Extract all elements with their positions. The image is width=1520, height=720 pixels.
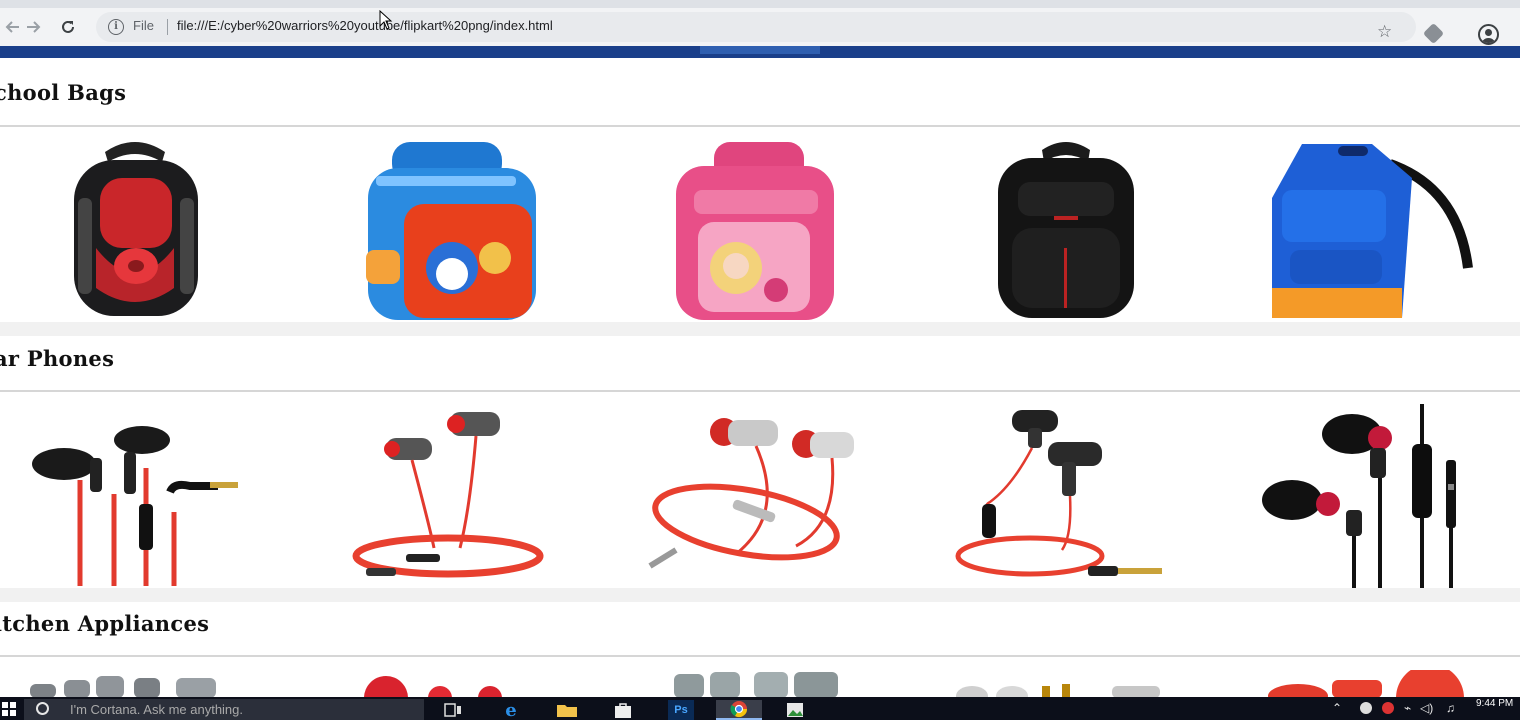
- volume-icon[interactable]: ◁): [1420, 701, 1433, 715]
- back-arrow-icon[interactable]: [2, 16, 24, 38]
- product-blue-cartoon-backpack[interactable]: [352, 140, 542, 322]
- section-title-ear-phones: ar Phones: [0, 346, 115, 371]
- windows-taskbar: I'm Cortana. Ask me anything. e Ps ⌃ ⌁ ◁…: [0, 697, 1520, 720]
- account-icon[interactable]: [1478, 24, 1499, 45]
- task-view-icon[interactable]: [440, 700, 466, 720]
- section-band: [0, 588, 1520, 602]
- tab-strip: [0, 0, 1520, 8]
- product-red-cable-earphones[interactable]: [350, 408, 546, 584]
- product-gray-spatulas[interactable]: [670, 670, 850, 697]
- cortana-search-placeholder: I'm Cortana. Ask me anything.: [70, 702, 244, 717]
- edge-browser-icon[interactable]: e: [498, 700, 524, 720]
- tray-antivirus-icon[interactable]: [1382, 702, 1394, 714]
- section-divider: [0, 390, 1520, 392]
- image-viewer-icon[interactable]: [782, 700, 808, 720]
- tray-app-icon[interactable]: [1360, 702, 1372, 714]
- product-pink-princess-backpack[interactable]: [664, 140, 844, 322]
- product-black-red-earphones[interactable]: [24, 412, 242, 586]
- system-clock[interactable]: 9:44 PM: [1476, 698, 1513, 709]
- bookmark-star-icon[interactable]: ☆: [1377, 22, 1392, 42]
- forward-arrow-icon[interactable]: [22, 16, 44, 38]
- tray-chevron-icon[interactable]: ⌃: [1332, 701, 1342, 715]
- product-black-red-earphones-with-mic[interactable]: [1262, 404, 1476, 588]
- url-scheme: File: [133, 18, 154, 33]
- address-bar[interactable]: i File file:///E:/cyber%20warriors%20you…: [96, 12, 1416, 42]
- section-title-school-bags: chool Bags: [0, 80, 127, 105]
- reload-icon[interactable]: [57, 16, 79, 38]
- chrome-icon[interactable]: [716, 700, 762, 720]
- product-silver-utensils[interactable]: [952, 680, 1168, 697]
- product-red-kitchen-set[interactable]: [1262, 670, 1476, 697]
- product-red-black-backpack[interactable]: [60, 138, 210, 320]
- file-explorer-icon[interactable]: [554, 700, 580, 720]
- section-band: [0, 322, 1520, 336]
- browser-toolbar: i File file:///E:/cyber%20warriors%20you…: [0, 8, 1520, 46]
- product-black-red-coiled-earphones[interactable]: [952, 406, 1168, 584]
- section-title-kitchen-appliances: itchen Appliances: [0, 611, 210, 636]
- cortana-search-box[interactable]: I'm Cortana. Ask me anything.: [24, 699, 424, 720]
- search-icon: [36, 702, 49, 715]
- omnibox-divider: [167, 19, 168, 35]
- store-icon[interactable]: [610, 700, 636, 720]
- product-blue-orange-backpack[interactable]: [1262, 138, 1476, 320]
- section-divider: [0, 655, 1520, 657]
- photoshop-icon[interactable]: Ps: [668, 700, 694, 720]
- page-banner-edge: [0, 46, 1520, 58]
- section-divider: [0, 125, 1520, 127]
- product-black-backpack[interactable]: [990, 138, 1142, 320]
- ime-icon[interactable]: ♫: [1446, 701, 1455, 715]
- url-text[interactable]: file:///E:/cyber%20warriors%20youtube/fl…: [177, 18, 553, 33]
- mouse-cursor-icon: [379, 10, 393, 30]
- extension-icon[interactable]: [1422, 22, 1445, 45]
- windows-start-icon[interactable]: [2, 702, 16, 716]
- network-icon[interactable]: ⌁: [1404, 701, 1411, 715]
- product-silver-red-earphones[interactable]: [646, 414, 858, 576]
- product-gray-utensils[interactable]: [24, 672, 224, 697]
- info-icon[interactable]: i: [108, 19, 124, 35]
- product-red-sieves[interactable]: [360, 676, 510, 697]
